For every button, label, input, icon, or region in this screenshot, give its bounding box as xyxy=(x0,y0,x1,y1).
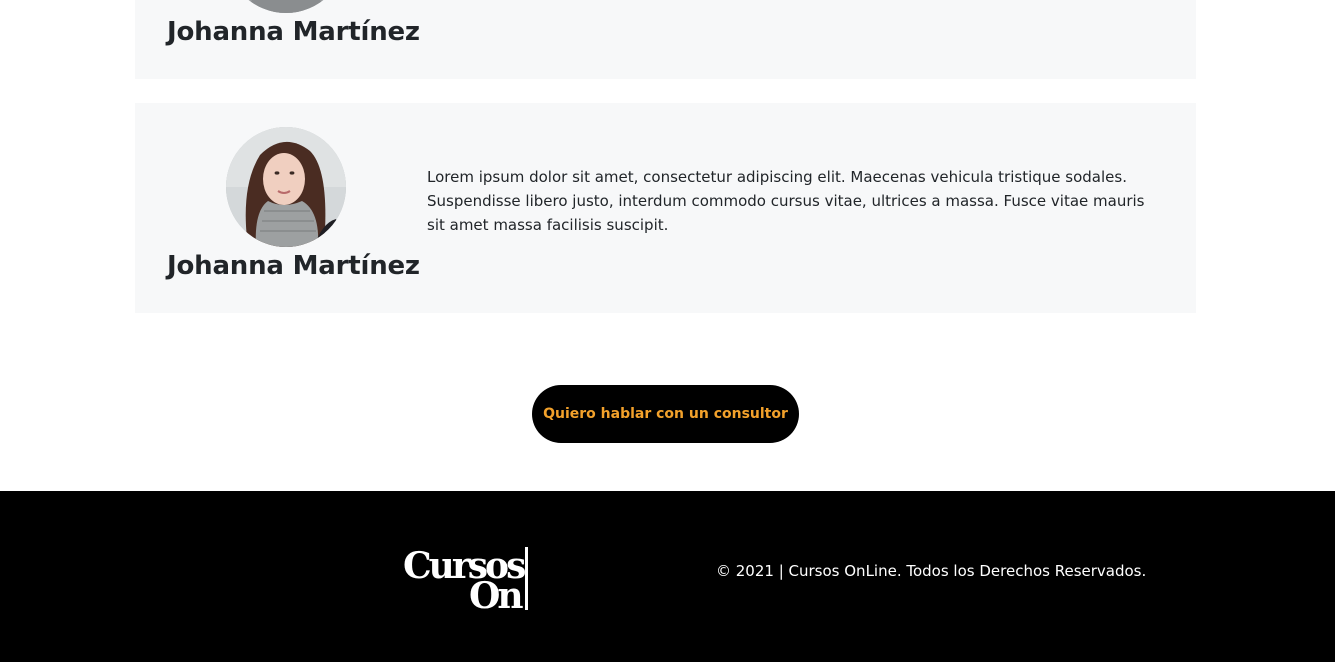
testimonial-card: Johanna Martínez xyxy=(135,0,1196,79)
person-name: Johanna Martínez xyxy=(167,251,420,281)
avatar xyxy=(226,127,346,247)
person-avatar-icon xyxy=(226,127,346,247)
testimonial-text: Lorem ipsum dolor sit amet, consectetur … xyxy=(427,168,1145,234)
avatar xyxy=(226,0,346,13)
person-avatar-icon xyxy=(226,0,346,13)
logo-bar xyxy=(525,547,528,610)
copyright-text: © 2021 | Cursos OnLine. Todos los Derech… xyxy=(716,562,1147,580)
logo-line-2: On xyxy=(469,575,524,617)
site-logo[interactable]: Cursos On xyxy=(401,544,531,614)
person-name: Johanna Martínez xyxy=(167,17,420,47)
contact-consultant-button[interactable]: Quiero hablar con un consultor xyxy=(532,385,799,443)
testimonial-card: Johanna Martínez Lorem ipsum dolor sit a… xyxy=(135,103,1196,313)
